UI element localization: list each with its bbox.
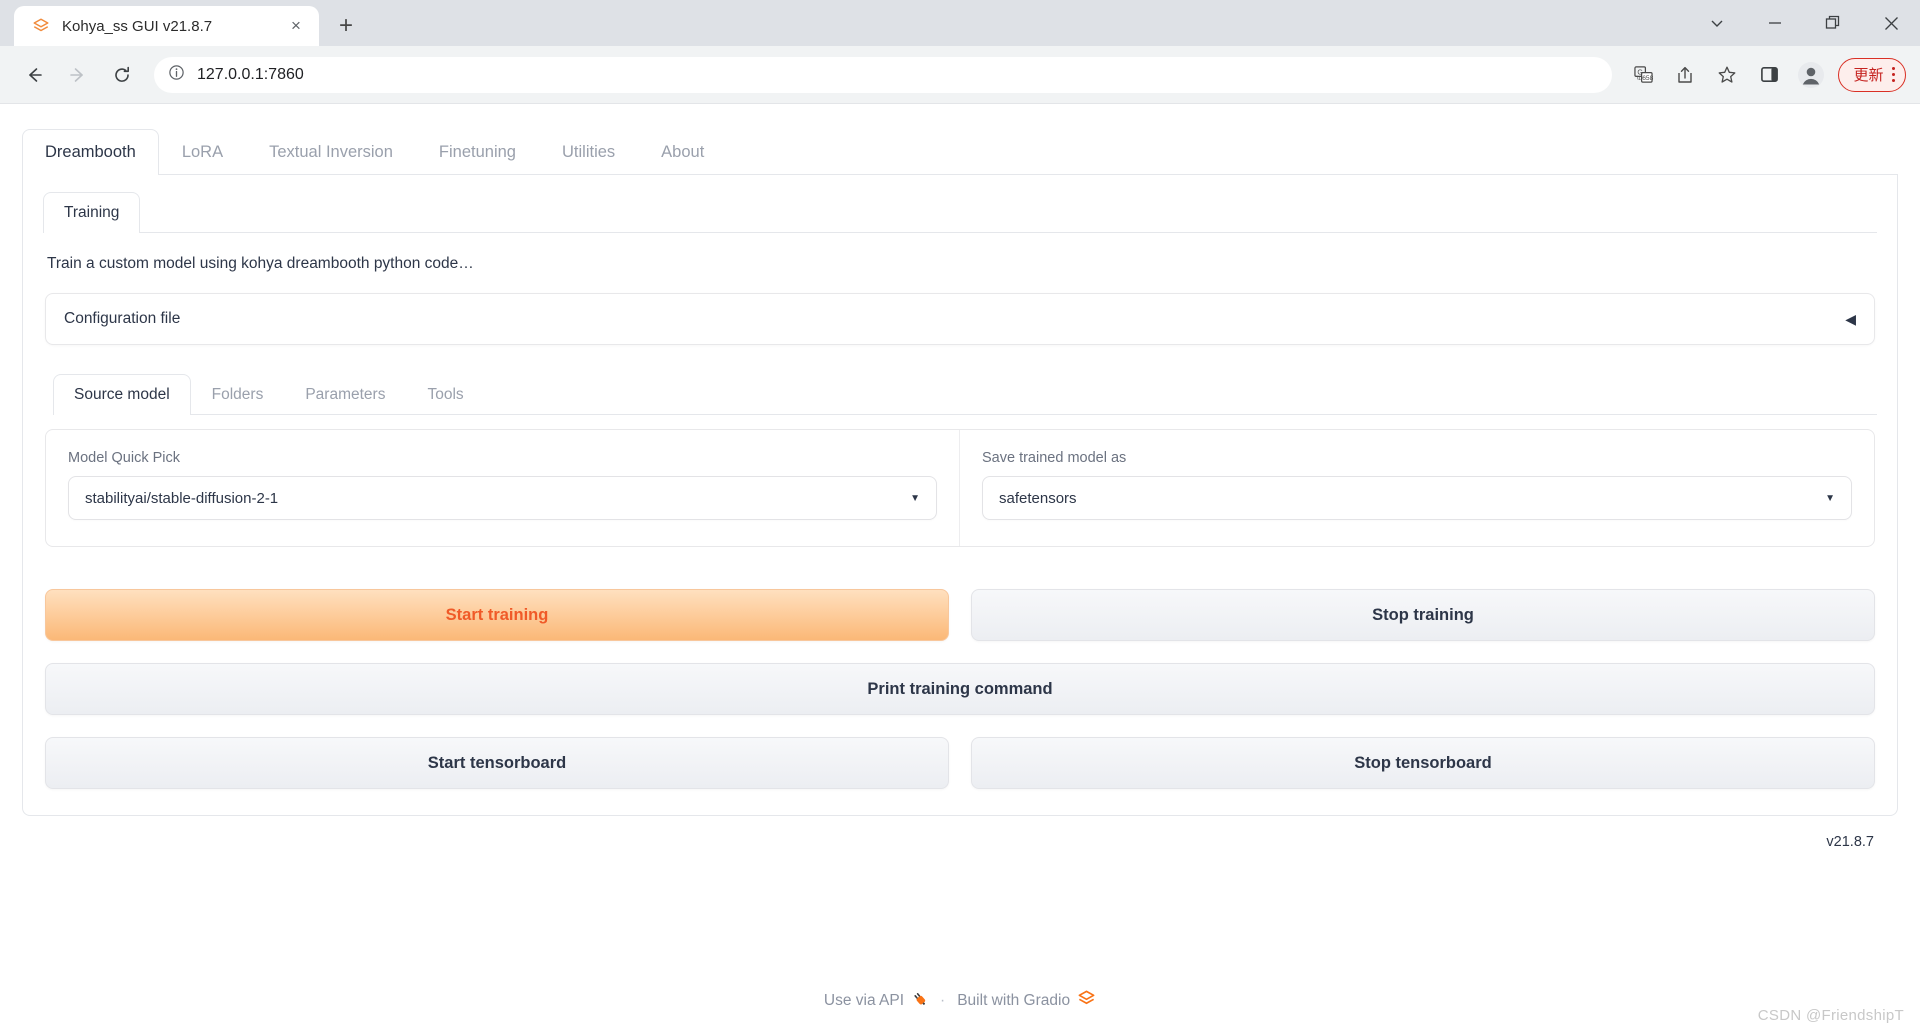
model-quick-pick-label: Model Quick Pick: [68, 450, 181, 466]
tab-parameters[interactable]: Parameters: [284, 374, 406, 415]
forward-button-icon: [58, 55, 98, 95]
address-bar[interactable]: 127.0.0.1:7860: [154, 56, 1613, 93]
training-buttons-row: Start training Stop training: [45, 589, 1875, 641]
tab-lora[interactable]: LoRA: [159, 129, 246, 175]
tab-about[interactable]: About: [638, 129, 727, 175]
start-tensorboard-button[interactable]: Start tensorboard: [45, 737, 949, 789]
window-controls: [1688, 0, 1920, 46]
save-trained-model-as-label: Save trained model as: [982, 450, 1127, 466]
stop-tensorboard-button[interactable]: Stop tensorboard: [971, 737, 1875, 789]
gradio-app: Dreambooth LoRA Textual Inversion Finetu…: [0, 104, 1920, 850]
tab-training[interactable]: Training: [43, 192, 141, 233]
tab-search-chevron-icon[interactable]: [1688, 0, 1746, 46]
gradio-logo-icon: [1077, 989, 1096, 1013]
configuration-file-accordion[interactable]: Configuration file ◀: [45, 293, 1875, 345]
tab-tools[interactable]: Tools: [406, 374, 484, 415]
panel-spacer: [43, 547, 1877, 589]
main-tab-bar: Dreambooth LoRA Textual Inversion Finetu…: [22, 128, 1898, 175]
configuration-file-label: Configuration file: [64, 310, 181, 327]
save-trained-model-as-value: safetensors: [999, 489, 1077, 507]
page-content: Dreambooth LoRA Textual Inversion Finetu…: [0, 104, 1920, 1030]
chevron-down-icon[interactable]: ▼: [910, 493, 920, 504]
close-tab-icon[interactable]: ×: [285, 15, 307, 37]
save-trained-model-as-column: Save trained model as safetensors ▼: [960, 430, 1874, 546]
side-panel-icon[interactable]: [1750, 56, 1788, 94]
use-via-api-label: Use via API: [823, 992, 905, 1009]
reload-button-icon[interactable]: [102, 55, 142, 95]
browser-tab-title: Kohya_ss GUI v21.8.7: [62, 17, 213, 35]
browser-tab[interactable]: Kohya_ss GUI v21.8.7 ×: [14, 6, 319, 46]
start-training-button[interactable]: Start training: [45, 589, 949, 641]
bookmark-star-icon[interactable]: [1708, 56, 1746, 94]
gradio-logo-icon: [32, 17, 50, 35]
translate-icon[interactable]: G \u6587: [1624, 56, 1662, 94]
site-info-icon[interactable]: [168, 64, 185, 86]
new-tab-button[interactable]: +: [329, 9, 363, 43]
chevron-down-icon[interactable]: ▼: [1825, 493, 1835, 504]
model-quick-pick-value: stabilityai/stable-diffusion-2-1: [85, 489, 279, 507]
chevron-left-icon[interactable]: ◀: [1845, 311, 1856, 328]
address-bar-url: 127.0.0.1:7860: [197, 65, 304, 83]
tab-utilities[interactable]: Utilities: [539, 129, 638, 175]
model-quick-pick-column: Model Quick Pick stabilityai/stable-diff…: [46, 430, 960, 546]
svg-text:\u6587: \u6587: [1637, 75, 1653, 82]
tab-textual-inversion[interactable]: Textual Inversion: [246, 129, 416, 175]
source-model-panel: Model Quick Pick stabilityai/stable-diff…: [45, 429, 1875, 547]
built-with-gradio-label: Built with Gradio: [957, 992, 1071, 1009]
csdn-watermark: CSDN @FriendshipT: [1757, 1007, 1904, 1024]
share-icon[interactable]: [1666, 56, 1704, 94]
profile-avatar-icon[interactable]: [1792, 56, 1830, 94]
app-version: v21.8.7: [1826, 834, 1874, 850]
update-button[interactable]: 更新: [1838, 57, 1906, 92]
browser-toolbar: 127.0.0.1:7860 G \u6587 更新: [0, 46, 1920, 104]
gradio-footer: Use via API · Built with Gradio: [0, 989, 1920, 1013]
close-window-icon[interactable]: [1862, 0, 1920, 46]
back-button-icon[interactable]: [14, 55, 54, 95]
minimize-window-icon[interactable]: [1746, 0, 1804, 46]
update-button-label: 更新: [1853, 67, 1884, 84]
model-quick-pick-select[interactable]: stabilityai/stable-diffusion-2-1 ▼: [68, 476, 937, 520]
footer-separator: ·: [940, 992, 946, 1009]
source-model-tab-bar: Source model Folders Parameters Tools: [53, 373, 1877, 415]
dreambooth-panel: Training Train a custom model using kohy…: [22, 175, 1898, 816]
section-tab-bar: Training: [43, 191, 1877, 233]
use-via-api-link[interactable]: Use via API: [824, 990, 928, 1012]
print-command-row: Print training command: [45, 663, 1875, 715]
save-trained-model-as-select[interactable]: safetensors ▼: [982, 476, 1852, 520]
tab-finetuning[interactable]: Finetuning: [416, 129, 539, 175]
stop-training-button[interactable]: Stop training: [971, 589, 1875, 641]
tab-folders[interactable]: Folders: [191, 374, 285, 415]
tab-source-model[interactable]: Source model: [53, 374, 191, 415]
tab-dreambooth[interactable]: Dreambooth: [22, 129, 159, 175]
maximize-window-icon[interactable]: [1804, 0, 1862, 46]
print-training-command-button[interactable]: Print training command: [45, 663, 1875, 715]
tensorboard-buttons-row: Start tensorboard Stop tensorboard: [45, 737, 1875, 789]
built-with-gradio-link[interactable]: Built with Gradio: [957, 989, 1096, 1013]
training-description: Train a custom model using kohya dreambo…: [47, 255, 474, 272]
chrome-menu-icon[interactable]: [1891, 66, 1895, 83]
browser-titlebar: Kohya_ss GUI v21.8.7 × +: [0, 0, 1920, 46]
plug-icon: [911, 990, 928, 1012]
